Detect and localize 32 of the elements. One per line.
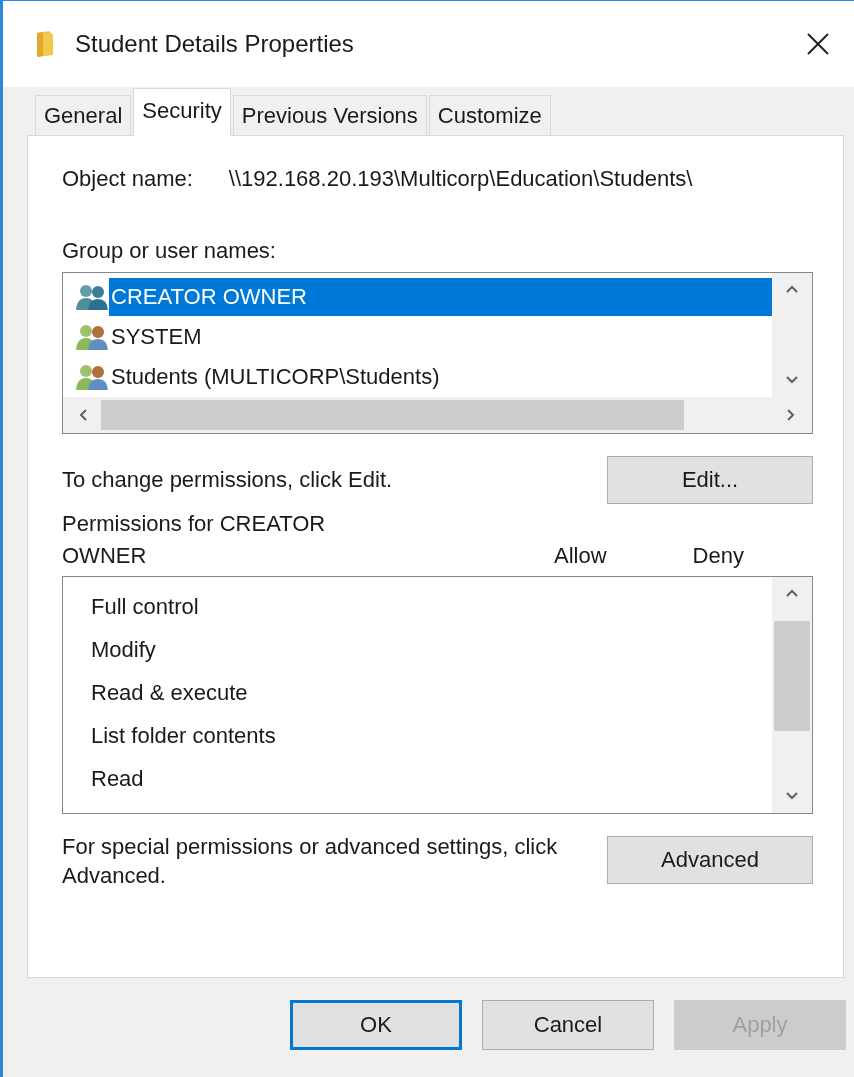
window-title: Student Details Properties (75, 30, 355, 58)
column-header: Deny (692, 542, 744, 570)
edit-button[interactable]: Edit... (607, 456, 813, 504)
permission-name: Modify (91, 636, 157, 664)
users-icon (75, 363, 109, 391)
edit-hint: To change permissions, click Edit. (62, 467, 393, 493)
object-name-label: Object name: (62, 166, 193, 192)
object-name-value: \\192.168.20.193\Multicorp\Education\Students\ (228, 166, 693, 192)
tab[interactable]: Customize (428, 95, 551, 135)
dialog-button[interactable]: OK (290, 1000, 462, 1050)
tab[interactable]: Previous Versions (232, 95, 427, 135)
column-header: Allow (554, 542, 607, 570)
user-list-item[interactable]: CREATOR OWNER (109, 278, 772, 316)
user-list-item[interactable]: SYSTEM (109, 318, 204, 356)
horizontal-scrollbar[interactable] (63, 397, 812, 433)
tab[interactable]: Security (133, 88, 231, 136)
user-list-item[interactable]: Students (MULTICORP\Students) (109, 358, 442, 396)
tab[interactable]: General (35, 95, 132, 135)
vertical-scrollbar[interactable] (772, 577, 812, 813)
permissions-label: Permissions for CREATOR OWNER (62, 510, 327, 570)
permission-name: Read & execute (91, 679, 249, 707)
users-icon (75, 283, 109, 311)
group-list-label: Group or user names: (62, 238, 277, 264)
users-icon (75, 323, 109, 351)
permission-name: List folder contents (91, 722, 277, 750)
permission-name: Full control (91, 593, 200, 621)
folder-icon (37, 31, 53, 57)
vertical-scrollbar[interactable] (772, 273, 812, 397)
permission-name: Read (91, 765, 145, 793)
advanced-hint: For special permissions or advanced settings, click Advanced. (62, 833, 559, 890)
advanced-button[interactable]: Advanced (607, 836, 813, 884)
dialog-button[interactable]: Cancel (482, 1000, 654, 1050)
